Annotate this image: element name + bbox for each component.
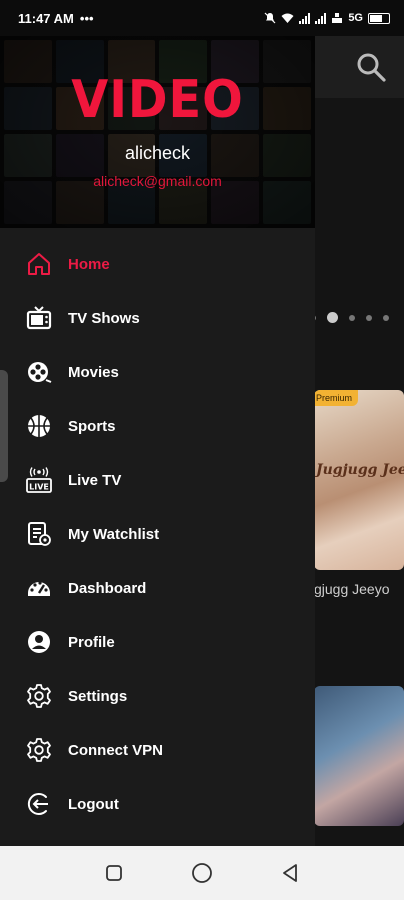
- menu-label: Live TV: [68, 471, 122, 489]
- vpn-settings-icon: [26, 737, 52, 763]
- signal-icon-2: [315, 12, 327, 24]
- tv-icon: [26, 305, 52, 331]
- menu-item-dashboard[interactable]: Dashboard: [0, 561, 315, 615]
- menu-label: Settings: [68, 687, 128, 705]
- drawer-handle[interactable]: [0, 370, 8, 482]
- drawer-menu: Home TV Shows Movies Sports LIVE Live TV: [0, 237, 315, 831]
- battery-label: 5G: [348, 12, 363, 24]
- carousel-dots: [310, 312, 389, 323]
- battery-icon: [368, 12, 390, 24]
- user-email: alicheck@gmail.com: [93, 173, 222, 189]
- watchlist-icon: [26, 521, 52, 547]
- profile-icon: [26, 629, 52, 655]
- poster-title: Jugjugg Jeeyo: [316, 462, 404, 478]
- film-reel-icon: [26, 359, 52, 385]
- status-bar: 11:47 AM ••• 5G: [0, 0, 404, 36]
- menu-label: Connect VPN: [68, 741, 164, 759]
- menu-item-movies[interactable]: Movies: [0, 345, 315, 399]
- premium-badge: Premium: [314, 390, 359, 406]
- menu-label: TV Shows: [68, 309, 140, 327]
- menu-label: My Watchlist: [68, 525, 160, 543]
- menu-item-connect-vpn[interactable]: Connect VPN: [0, 723, 315, 777]
- menu-label: Logout: [68, 795, 119, 813]
- drawer-header: VIDEO alicheck alicheck@gmail.com: [0, 36, 315, 228]
- logout-icon: [26, 791, 52, 817]
- wifi-icon: [281, 13, 294, 23]
- movie-poster[interactable]: Premium Jugjugg Jeeyo: [314, 390, 404, 570]
- basketball-icon: [26, 413, 52, 439]
- dashboard-icon: [26, 575, 52, 601]
- square-icon: [106, 865, 122, 881]
- menu-item-logout[interactable]: Logout: [0, 777, 315, 831]
- home-icon: [26, 251, 52, 277]
- circle-icon: [192, 863, 212, 883]
- menu-item-profile[interactable]: Profile: [0, 615, 315, 669]
- data-icon: [332, 13, 343, 23]
- signal-icon: [299, 12, 311, 24]
- home-button[interactable]: [187, 858, 217, 888]
- menu-item-my-watchlist[interactable]: My Watchlist: [0, 507, 315, 561]
- menu-item-settings[interactable]: Settings: [0, 669, 315, 723]
- search-icon[interactable]: [356, 52, 386, 82]
- back-button[interactable]: [275, 858, 305, 888]
- settings-icon: [26, 683, 52, 709]
- navigation-drawer: VIDEO alicheck alicheck@gmail.com Home T…: [0, 36, 315, 846]
- menu-item-live-tv[interactable]: LIVE Live TV: [0, 453, 315, 507]
- menu-item-sports[interactable]: Sports: [0, 399, 315, 453]
- status-time: 11:47 AM: [18, 10, 74, 26]
- back-triangle-icon: [283, 864, 297, 882]
- movie-poster-2[interactable]: [314, 686, 404, 826]
- menu-label: Sports: [68, 417, 116, 435]
- menu-label: Home: [68, 255, 110, 273]
- mute-icon: [264, 12, 276, 24]
- system-nav-bar: [0, 846, 404, 900]
- user-name: alicheck: [124, 143, 191, 163]
- menu-label: Movies: [68, 363, 119, 381]
- recents-button[interactable]: [99, 858, 129, 888]
- live-tv-icon: LIVE: [26, 467, 52, 493]
- menu-item-tv-shows[interactable]: TV Shows: [0, 291, 315, 345]
- menu-label: Profile: [68, 633, 115, 651]
- movie-title[interactable]: gjugg Jeeyo: [314, 581, 404, 597]
- menu-label: Dashboard: [68, 579, 147, 597]
- svg-text:LIVE: LIVE: [29, 483, 49, 492]
- status-dots: •••: [79, 10, 94, 26]
- app-logo: VIDEO: [71, 70, 244, 130]
- menu-item-home[interactable]: Home: [0, 237, 315, 291]
